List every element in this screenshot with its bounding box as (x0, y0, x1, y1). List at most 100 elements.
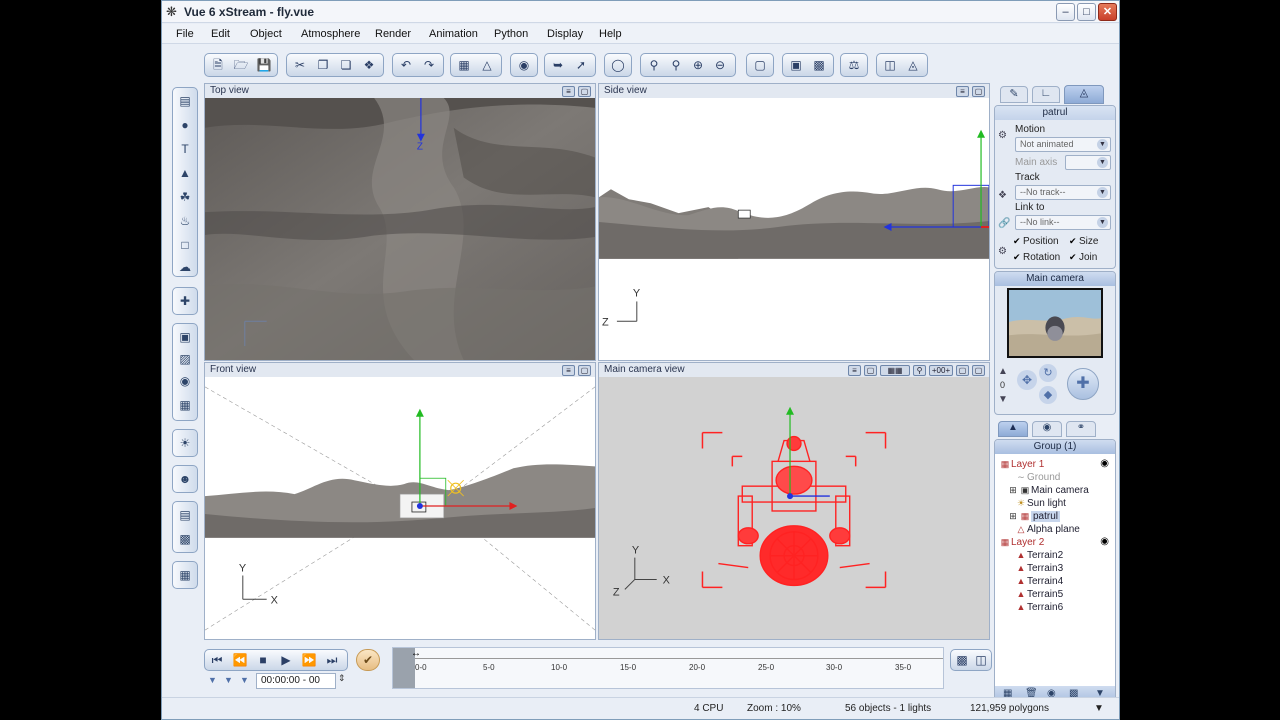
step-back-icon[interactable]: ⏪ (230, 651, 250, 669)
frame-icon[interactable]: ▢ (750, 56, 770, 74)
go-to-start-icon[interactable]: ⏮ (207, 651, 227, 669)
zoom-fit-icon[interactable]: ⚲ (644, 56, 664, 74)
sphere-tool-icon[interactable]: ● (176, 116, 194, 134)
viewport-options-icon[interactable]: ≡ (562, 365, 575, 376)
minimize-button[interactable]: – (1056, 3, 1075, 21)
stop-icon[interactable]: ■ (253, 651, 273, 669)
duplicate-icon[interactable]: ❖ (359, 56, 379, 74)
time-spinner-icon[interactable]: ⇕ (338, 673, 346, 684)
terrain-tool-icon[interactable]: ▤ (176, 92, 194, 110)
camera-zoom-icon[interactable]: ⚲ (913, 365, 926, 376)
tree-item-ground[interactable]: ∼ Ground (1015, 471, 1060, 484)
play-icon[interactable]: ▶ (276, 651, 296, 669)
cut-icon[interactable]: ✂ (290, 56, 310, 74)
render-icon[interactable]: ⚖ (844, 56, 864, 74)
viewport-options-icon[interactable]: ≡ (562, 86, 575, 97)
display-quality-icon[interactable]: ◬ (903, 56, 923, 74)
filter-icon[interactable]: ▼ (224, 675, 233, 685)
tree-item-terrain5[interactable]: ▲ Terrain5 (1015, 588, 1064, 601)
join-checkbox[interactable]: ✔ Join (1069, 252, 1097, 263)
rotation-checkbox[interactable]: ✔ Rotation (1013, 252, 1060, 263)
undo-icon[interactable]: ↶ (396, 56, 416, 74)
tree-item-terrain2[interactable]: ▲ Terrain2 (1015, 549, 1064, 562)
menu-display[interactable]: Display (547, 28, 583, 40)
camera-tool-icon[interactable]: ◯ (608, 56, 628, 74)
viewport-maximize-icon[interactable]: ▢ (972, 86, 985, 97)
timeline-properties-icon[interactable]: ▩ (952, 651, 972, 669)
copy-icon[interactable]: ❐ (313, 56, 333, 74)
time-input[interactable]: 00:00:00 - 00 (256, 673, 336, 689)
menu-edit[interactable]: Edit (211, 28, 230, 40)
redo-icon[interactable]: ↷ (419, 56, 439, 74)
zoom-out-icon[interactable]: ⊖ (710, 56, 730, 74)
auto-keyframe-icon[interactable]: ✔ (356, 649, 380, 671)
tree-item-terrain6[interactable]: ▲ Terrain6 (1015, 601, 1064, 614)
single-view-icon[interactable]: ▣ (786, 56, 806, 74)
layer1-visibility-icon[interactable]: ◉ (1100, 458, 1109, 469)
camera-grid-icon[interactable]: ▦▦ (880, 365, 910, 376)
plant-tool-icon[interactable]: ☘ (176, 188, 194, 206)
camera-pan-icon[interactable]: ✥ (1017, 370, 1037, 390)
side-viewport[interactable]: Side view ≡ ▢ Y Z (598, 83, 990, 361)
material-icon[interactable]: ◉ (514, 56, 534, 74)
viewport-maximize-icon[interactable]: ▢ (578, 365, 591, 376)
tree-item-terrain4[interactable]: ▲ Terrain4 (1015, 575, 1064, 588)
load-object-icon[interactable]: ▤ (176, 506, 194, 524)
cloud-tool-icon[interactable]: ☁ (176, 258, 194, 276)
camera-rotate-icon[interactable]: ✚ (1067, 368, 1099, 400)
tab-numerics-icon[interactable]: ∟ (1032, 86, 1060, 103)
new-file-icon[interactable]: 🗎 (208, 56, 228, 74)
view-options-icon[interactable]: ▩ (809, 56, 829, 74)
main-axis-select[interactable]: ▼ (1065, 155, 1111, 170)
group-icon[interactable]: ▦ (454, 56, 474, 74)
menu-python[interactable]: Python (494, 28, 528, 40)
paste-icon[interactable]: ❏ (336, 56, 356, 74)
step-forward-icon[interactable]: ⏩ (299, 651, 319, 669)
filter-icon[interactable]: ▼ (240, 675, 249, 685)
menu-help[interactable]: Help (599, 28, 622, 40)
boolean-union-icon[interactable]: ▣ (176, 328, 194, 346)
select-tool-icon[interactable]: ➥ (548, 56, 568, 74)
tree-item-alpha-plane[interactable]: △ Alpha plane (1015, 523, 1080, 536)
export-icon[interactable]: ▦ (176, 566, 194, 584)
display-mode-icon[interactable]: ◫ (880, 56, 900, 74)
link-select[interactable]: --No link-- ▼ (1015, 215, 1111, 230)
ground-tool-icon[interactable]: □ (176, 236, 194, 254)
viewport-maximize-icon[interactable]: ▢ (578, 86, 591, 97)
tab-aspect-icon[interactable]: ✎ (1000, 86, 1028, 103)
camera-options-icon[interactable]: ≡ (848, 365, 861, 376)
position-checkbox[interactable]: ✔ Position (1013, 236, 1059, 247)
save-file-icon[interactable]: 💾 (254, 56, 274, 74)
camera-viewport[interactable]: Main camera view ≡ ▢ ▦▦ ⚲ +00+ ▢ ▢ Y X Z (598, 362, 990, 640)
boolean-diff-icon[interactable]: ▨ (176, 350, 194, 368)
zoom-selection-icon[interactable]: ⚲ (666, 56, 686, 74)
text-tool-icon[interactable]: T (176, 140, 194, 158)
hypertexture-icon[interactable]: ▦ (176, 396, 194, 414)
layer2-visibility-icon[interactable]: ◉ (1100, 536, 1109, 547)
camera-zoom-label[interactable]: +00+ (929, 365, 953, 376)
tree-item-patrul[interactable]: ⊞ ▦ patrul (1007, 510, 1061, 523)
tab-objects-icon[interactable]: ▲ (998, 421, 1028, 437)
motion-select[interactable]: Not animated ▼ (1015, 137, 1111, 152)
tree-item-terrain3[interactable]: ▲ Terrain3 (1015, 562, 1064, 575)
rock-tool-icon[interactable]: ▲ (176, 164, 194, 182)
tab-links-icon[interactable]: ⚭ (1066, 421, 1096, 437)
metablob-icon[interactable]: ◉ (176, 372, 194, 390)
open-file-icon[interactable]: 🗁 (231, 56, 251, 74)
import-object-icon[interactable]: ✚ (176, 292, 194, 310)
camera-lock-icon[interactable]: ▢ (956, 365, 969, 376)
track-select[interactable]: --No track-- ▼ (1015, 185, 1111, 200)
front-viewport[interactable]: Front view ≡ ▢ Y X (204, 362, 596, 640)
water-tool-icon[interactable]: ♨ (176, 212, 194, 230)
top-viewport[interactable]: Top view ≡ ▢ Z (204, 83, 596, 361)
maximize-button[interactable]: □ (1077, 3, 1096, 21)
drop-tool-icon[interactable]: ➚ (571, 56, 591, 74)
filter-icon[interactable]: ▼ (208, 675, 217, 685)
zoom-up-icon[interactable]: ▲ (998, 366, 1008, 377)
camera-dolly-icon[interactable]: ◆ (1039, 386, 1057, 404)
menu-animation[interactable]: Animation (429, 28, 478, 40)
motion-icon[interactable]: ⚙ (998, 130, 1007, 141)
camera-orbit-icon[interactable]: ↻ (1039, 364, 1057, 382)
layer1-row[interactable]: ▦ Layer 1 (999, 458, 1045, 471)
timeline-expand-icon[interactable]: ◫ (971, 651, 991, 669)
